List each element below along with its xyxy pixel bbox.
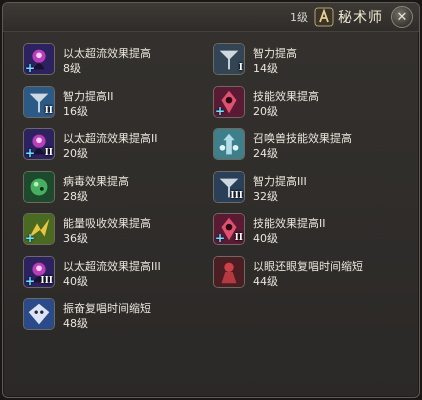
summon-enhance-icon[interactable] [213,128,245,160]
trait-item[interactable]: + III 以太超流效果提高III 40级 [23,255,213,294]
plus-icon: + [25,231,36,245]
trait-name: 技能效果提高II [253,217,326,230]
trait-level: 14级 [253,62,278,75]
trait-level: 44级 [253,274,278,288]
virus-enhance-icon[interactable] [23,170,55,203]
rank-badge: II [44,105,53,116]
intelligence-icon[interactable]: III [213,170,245,203]
trait-item[interactable]: + II 以太超流效果提高II 20级 [23,128,213,166]
trait-name: 病毒效果提高 [63,174,129,188]
trait-item[interactable]: + 能量吸收效果提高 36级 [23,213,213,251]
trait-name: 智力提高II [63,89,114,103]
rank-badge: II [234,233,243,243]
trait-item[interactable]: + 技能效果提高 20级 [213,85,403,124]
title-bar: 1级 秘术师 ✕ [3,3,419,32]
enhanced-skill-icon[interactable]: + II [213,213,245,245]
rank-badge: I [238,63,243,73]
plus-icon: + [25,61,36,75]
trait-level: 20级 [253,104,278,118]
rouse-icon[interactable] [23,298,55,330]
trait-name: 以眼还眼复唱时间缩短 [253,259,363,273]
trait-item[interactable]: 以眼还眼复唱时间缩短 44级 [213,255,403,294]
plus-icon: + [25,146,36,160]
rank-badge: III [230,190,243,201]
enhanced-skill-icon[interactable]: + [213,85,245,118]
close-button[interactable]: ✕ [391,6,413,28]
intelligence-icon[interactable]: I [213,43,245,75]
trait-level: 40级 [253,232,278,245]
trait-item[interactable]: III 智力提高III 32级 [213,170,403,209]
trait-level: 32级 [253,189,278,203]
trait-level: 8级 [63,62,81,75]
trait-name: 智力提高III [253,174,307,188]
job-name: 秘术师 [338,10,383,26]
trait-name: 以太超流效果提高 [63,47,151,60]
trait-window: 1级 秘术师 ✕ + 以太超流效果提高 8级 I 智力提高 14级 II 智力提… [2,2,420,398]
trait-item[interactable]: 召唤兽技能效果提高 24级 [213,128,403,166]
aetherflow-trait-icon[interactable]: + [23,43,55,75]
trait-name: 智力提高 [253,47,297,60]
trait-level: 40级 [63,274,88,288]
trait-level: 28级 [63,189,88,203]
trait-item[interactable]: + II 技能效果提高II 40级 [213,213,403,251]
trait-level: 48级 [63,317,88,330]
trait-name: 振奋复唱时间缩短 [63,302,151,315]
job-level-label: 1级 [290,11,308,24]
aetherflow-trait-icon[interactable]: + III [23,255,55,288]
rank-badge: III [40,275,53,286]
trait-name: 以太超流效果提高II [63,132,158,145]
aetherflow-trait-icon[interactable]: + II [23,128,55,160]
trait-name: 以太超流效果提高III [63,259,161,273]
plus-icon: + [215,103,226,118]
energy-drain-icon[interactable]: + [23,213,55,245]
trait-item[interactable]: II 智力提高II 16级 [23,85,213,124]
trait-level: 36级 [63,232,88,245]
trait-item[interactable]: + 以太超流效果提高 8级 [23,43,213,81]
trait-name: 技能效果提高 [253,89,319,103]
trait-name: 能量吸收效果提高 [63,217,151,230]
trait-name: 召唤兽技能效果提高 [253,132,352,145]
close-icon: ✕ [396,9,408,25]
plus-icon: + [25,273,36,288]
intelligence-icon[interactable]: II [23,85,55,118]
trait-item[interactable]: I 智力提高 14级 [213,43,403,81]
plus-icon: + [215,231,226,245]
trait-level: 24级 [253,147,278,160]
trait-item[interactable]: 振奋复唱时间缩短 48级 [23,298,213,336]
rank-badge: II [44,148,53,158]
eye-for-eye-icon[interactable] [213,255,245,288]
trait-level: 16级 [63,104,88,118]
trait-item[interactable]: 病毒效果提高 28级 [23,170,213,209]
trait-level: 20级 [63,147,88,160]
arcanist-job-icon [314,7,334,27]
